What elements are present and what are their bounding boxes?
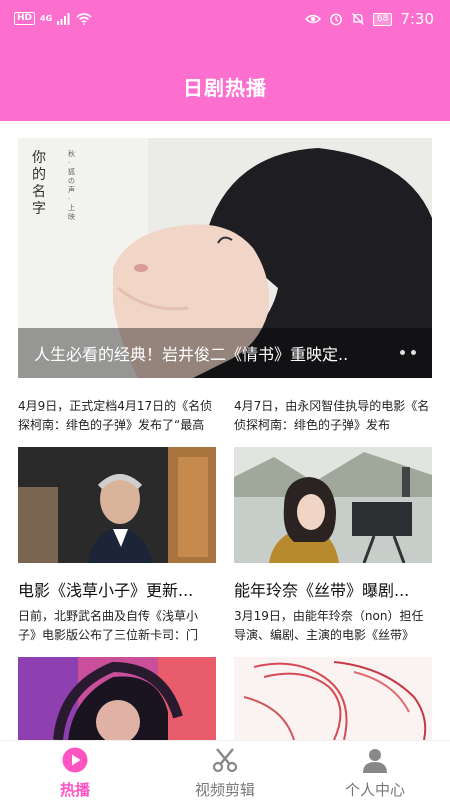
card-image-asakusa[interactable] [18, 447, 216, 563]
bottom-right-thumbnail [234, 657, 432, 740]
banner-pager-dots [400, 350, 416, 355]
bottom-tab-bar: 热播 视频剪辑 个人中心 [0, 740, 450, 800]
card-image-bottom-left[interactable] [18, 657, 216, 740]
play-circle-icon [62, 747, 88, 773]
network-type: 4G [40, 14, 53, 23]
tab-hot-label: 热播 [59, 781, 90, 799]
tab-video-edit[interactable]: 视频剪辑 [150, 741, 300, 800]
tab-profile-label: 个人中心 [344, 781, 405, 799]
bottom-left-thumbnail [18, 657, 216, 740]
page-title: 日剧热播 [183, 76, 267, 100]
poster-title: 你的名字 [32, 150, 46, 217]
tab-hot[interactable]: 热播 [0, 741, 150, 800]
wifi-icon [76, 12, 92, 25]
pager-dot [400, 350, 405, 355]
card-excerpt-ribbon[interactable]: 3月19日，由能年玲奈（non）担任导演、编剧、主演的电影《丝带》 [234, 607, 432, 645]
scissors-icon [212, 748, 238, 773]
status-bar: HD 4G 68 7:30 [0, 0, 450, 40]
signal-icon [57, 12, 70, 25]
battery-level: 68 [372, 12, 393, 26]
asakusa-thumbnail [18, 447, 216, 563]
tab-profile[interactable]: 个人中心 [300, 741, 450, 800]
tab-video-edit-label: 视频剪辑 [194, 781, 255, 799]
alarm-icon [329, 13, 342, 26]
news-excerpt-left[interactable]: 4月9日，正式定档4月17日的《名侦探柯南：绯色的子弹》发布了“最高 [18, 397, 218, 435]
clock-time: 7:30 [400, 10, 434, 28]
eye-icon [304, 14, 321, 24]
ribbon-thumbnail [234, 447, 432, 563]
card-excerpt-asakusa[interactable]: 日前，北野武名曲及自传《浅草小子》电影版公布了三位新卡司：门 [18, 607, 216, 645]
banner-caption-bar: 人生必看的经典！岩井俊二《情书》重映定.. [18, 328, 432, 378]
card-title-ribbon[interactable]: 能年玲奈《丝带》曝剧... [234, 577, 432, 601]
featured-banner[interactable]: 你的名字 秋 · 狐の声 · 上映 人生必看的经典！岩井俊二《情书》重映定.. [18, 138, 432, 378]
mute-bell-icon [351, 13, 364, 25]
news-excerpt-right[interactable]: 4月7日，由永冈智佳执导的电影《名侦探柯南：绯色的子弹》发布 [234, 397, 434, 435]
card-image-ribbon[interactable] [234, 447, 432, 563]
top-header-bar: HD 4G 68 7:30 日剧热播 [0, 0, 450, 121]
status-right: 68 7:30 [304, 10, 434, 28]
person-icon [363, 749, 387, 773]
pager-dot [411, 350, 416, 355]
card-image-bottom-right[interactable] [234, 657, 432, 740]
card-title-asakusa[interactable]: 电影《浅草小子》更新... [18, 577, 216, 601]
poster-subtitle: 秋 · 狐の声 · 上映 [68, 150, 75, 221]
hd-badge: HD [14, 12, 36, 25]
status-left: HD 4G [14, 12, 92, 25]
banner-caption: 人生必看的经典！岩井俊二《情书》重映定.. [34, 345, 349, 364]
